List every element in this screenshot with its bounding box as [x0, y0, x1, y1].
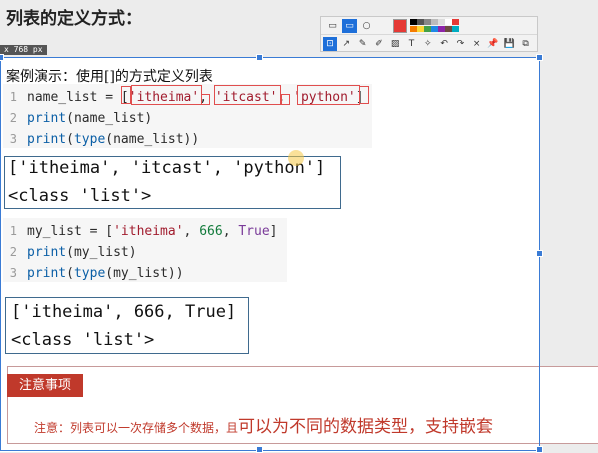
save-icon[interactable]: 💾 [502, 37, 516, 51]
color-swatch[interactable] [410, 19, 417, 25]
color-swatch[interactable] [445, 19, 452, 25]
arrow-icon[interactable]: ↗ [339, 37, 353, 51]
ellipse-tool-icon[interactable]: ○ [359, 19, 374, 33]
resize-handle[interactable] [0, 54, 4, 61]
eraser-icon[interactable]: ✧ [421, 37, 435, 51]
dimension-badge: x 768 px [0, 45, 47, 55]
resize-handle[interactable] [536, 250, 543, 257]
color-swatch[interactable] [431, 26, 438, 32]
resize-handle[interactable] [536, 54, 543, 61]
color-swatch[interactable] [452, 19, 459, 25]
redo-icon[interactable]: ↷ [453, 37, 467, 51]
page-title: 列表的定义方式： [6, 9, 142, 29]
undo-icon[interactable]: ↶ [437, 37, 451, 51]
rect-tool-icon[interactable]: ▭ [325, 19, 340, 33]
annotation-toolbar: ▭ ▭ ○ ⊡ ↗ ✎ ✐ ▨ T ✧ ↶ ↷ × 📌 💾 ⧉ [320, 16, 538, 52]
toolbar-divider [321, 34, 537, 35]
color-swatch[interactable] [445, 26, 452, 32]
color-swatch[interactable] [424, 19, 431, 25]
selection-frame[interactable] [0, 57, 540, 451]
color-swatch[interactable] [417, 19, 424, 25]
pin-icon[interactable]: 📌 [486, 37, 500, 51]
current-color-fill [394, 20, 406, 32]
color-swatch[interactable] [410, 26, 417, 32]
text-icon[interactable]: T [405, 37, 419, 51]
resize-handle[interactable] [256, 54, 263, 61]
color-swatch[interactable] [417, 26, 424, 32]
color-swatch[interactable] [438, 19, 445, 25]
pencil-icon[interactable]: ✎ [356, 37, 370, 51]
mosaic-icon[interactable]: ▨ [388, 37, 402, 51]
color-swatch[interactable] [424, 26, 431, 32]
rect-select-icon[interactable]: ▭ [342, 19, 357, 33]
copy-icon[interactable]: ⧉ [519, 37, 533, 51]
current-color-swatch[interactable] [393, 19, 407, 33]
screen-mode-icon[interactable]: ⊡ [323, 37, 337, 51]
color-swatch[interactable] [438, 26, 445, 32]
color-swatch[interactable] [431, 19, 438, 25]
color-swatch[interactable] [452, 26, 459, 32]
marker-icon[interactable]: ✐ [372, 37, 386, 51]
close-icon[interactable]: × [470, 37, 484, 51]
